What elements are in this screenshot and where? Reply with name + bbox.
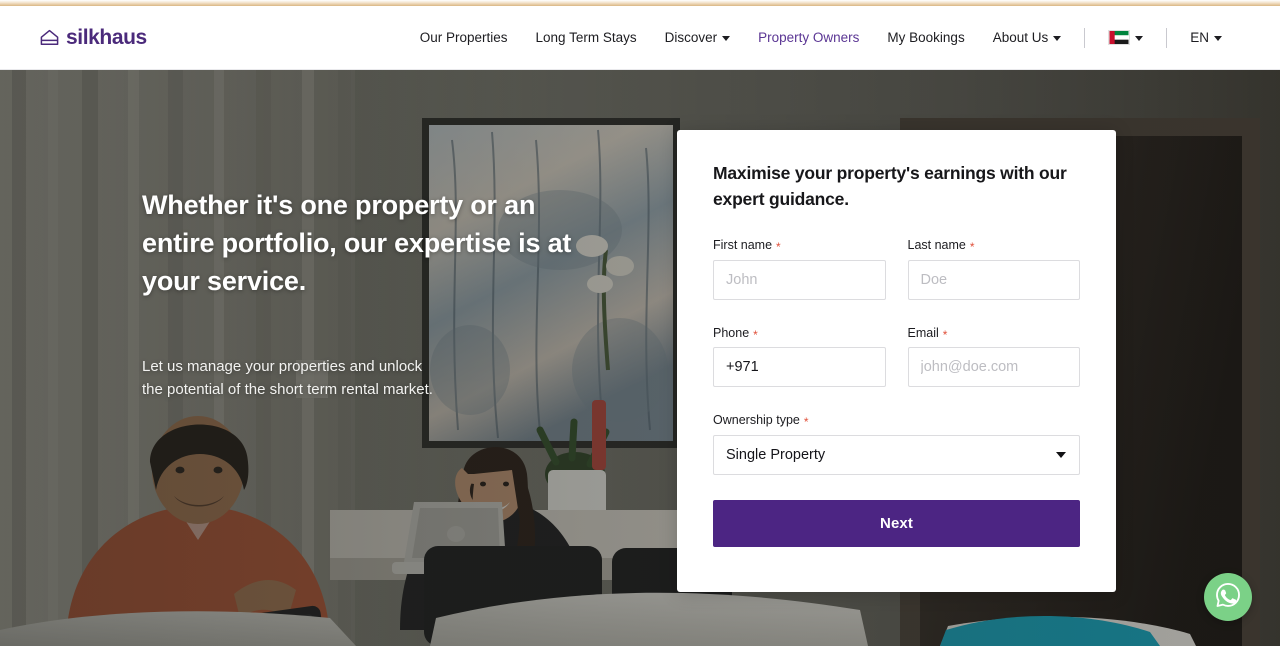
required-asterisk: * xyxy=(942,327,948,342)
phone-label: Phone * xyxy=(713,325,886,342)
contact-field-row: Phone * Email * xyxy=(713,325,1081,387)
nav-item-our-properties[interactable]: Our Properties xyxy=(406,31,522,45)
main-navigation: Our Properties Long Term Stays Discover … xyxy=(406,27,1236,48)
name-field-row: First name * Last name * xyxy=(713,239,1080,300)
nav-label: Discover xyxy=(664,29,718,45)
ownership-type-select-wrapper[interactable] xyxy=(713,434,1080,475)
form-title: Maximise your property's earnings with o… xyxy=(713,163,1067,209)
nav-item-property-owners[interactable]: Property Owners xyxy=(744,31,873,45)
ownership-field-row: Ownership type * xyxy=(713,414,1080,475)
first-name-label: First name * xyxy=(713,238,886,255)
email-input[interactable] xyxy=(907,347,1080,387)
nav-label: Our Properties xyxy=(419,29,508,45)
required-asterisk: * xyxy=(753,327,758,342)
nav-item-long-term-stays[interactable]: Long Term Stays xyxy=(522,31,651,45)
nav-divider xyxy=(1084,27,1086,48)
required-asterisk: * xyxy=(776,240,781,255)
next-button[interactable]: Next xyxy=(713,499,1080,547)
brand-logo[interactable]: silkhaus xyxy=(40,27,147,48)
ownership-type-field: Ownership type * xyxy=(713,414,1080,475)
phone-input[interactable] xyxy=(713,347,886,387)
last-name-label: Last name * xyxy=(907,238,1081,255)
first-name-input[interactable] xyxy=(713,259,886,300)
hero-title: Whether it's one property or an entire p… xyxy=(142,190,572,296)
hero-copy: Whether it's one property or an entire p… xyxy=(142,186,572,401)
label-text: Email xyxy=(907,325,939,340)
label-text: Last name xyxy=(907,238,966,252)
label-text: First name xyxy=(713,238,773,252)
language-label: EN xyxy=(1190,29,1209,45)
language-selector[interactable]: EN xyxy=(1176,31,1236,45)
hero-subtitle: Let us manage your properties and unlock… xyxy=(142,358,433,398)
chevron-down-icon xyxy=(1135,36,1144,41)
first-name-field: First name * xyxy=(713,239,886,300)
uae-flag-icon xyxy=(1108,30,1131,45)
nav-label: Long Term Stays xyxy=(535,29,637,45)
chevron-down-icon xyxy=(1214,36,1222,41)
nav-label: Property Owners xyxy=(758,29,860,45)
label-text: Ownership type xyxy=(713,413,800,427)
nav-item-about-us[interactable]: About Us xyxy=(979,31,1076,45)
top-accent-strip xyxy=(0,0,1280,6)
lead-capture-form-card: Maximise your property's earnings with o… xyxy=(677,130,1116,592)
nav-divider xyxy=(1166,27,1168,48)
nav-item-my-bookings[interactable]: My Bookings xyxy=(873,31,978,45)
chevron-down-icon xyxy=(1053,36,1062,41)
required-asterisk: * xyxy=(803,415,809,430)
ownership-type-label: Ownership type * xyxy=(713,413,1080,430)
country-selector[interactable] xyxy=(1094,30,1157,45)
phone-field: Phone * xyxy=(713,325,886,387)
label-text: Phone xyxy=(713,325,750,340)
nav-label: About Us xyxy=(992,29,1049,45)
last-name-field: Last name * xyxy=(907,238,1081,300)
ownership-type-select[interactable] xyxy=(713,434,1080,475)
brand-name: silkhaus xyxy=(66,26,147,49)
site-header: silkhaus Our Properties Long Term Stays … xyxy=(0,6,1280,70)
last-name-input[interactable] xyxy=(907,259,1080,300)
email-label: Email * xyxy=(907,325,1081,342)
nav-label: My Bookings xyxy=(887,29,965,45)
required-asterisk: * xyxy=(969,240,975,255)
whatsapp-chat-button[interactable] xyxy=(1204,573,1252,621)
home-outline-icon xyxy=(40,29,59,46)
whatsapp-icon xyxy=(1214,581,1242,614)
email-field: Email * xyxy=(907,325,1081,387)
page-root: silkhaus Our Properties Long Term Stays … xyxy=(0,0,1280,646)
nav-item-discover[interactable]: Discover xyxy=(651,31,745,45)
chevron-down-icon xyxy=(722,36,731,41)
